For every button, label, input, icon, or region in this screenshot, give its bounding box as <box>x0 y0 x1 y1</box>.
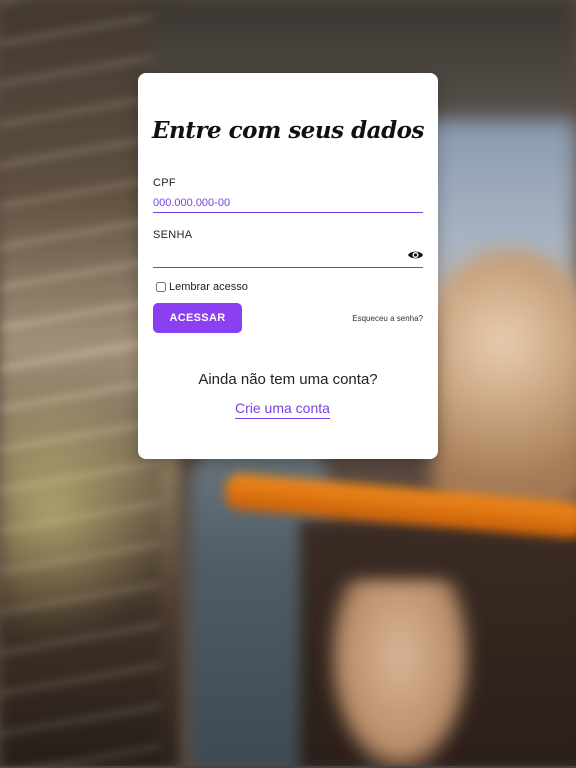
forgot-password-link[interactable]: Esqueceu a senha? <box>352 314 423 323</box>
submit-button[interactable]: ACESSAR <box>153 303 242 333</box>
remember-checkbox[interactable] <box>156 282 166 292</box>
eye-icon[interactable] <box>407 248 424 262</box>
cpf-label: CPF <box>153 177 176 189</box>
bg-child-legs <box>330 580 470 768</box>
no-account-text: Ainda não tem uma conta? <box>198 371 378 388</box>
login-card: Entre com seus dados CPF SENHA Lembrar a… <box>138 73 438 459</box>
create-account-link[interactable]: Crie uma conta <box>235 400 330 419</box>
password-label: SENHA <box>153 229 193 241</box>
cpf-input[interactable] <box>153 194 423 213</box>
remember-label: Lembrar acesso <box>169 281 248 293</box>
eye-icon-graphic <box>408 251 423 259</box>
remember-option[interactable]: Lembrar acesso <box>153 281 248 293</box>
bg-child <box>430 250 576 510</box>
login-title: Entre com seus dados <box>152 117 424 144</box>
password-input[interactable] <box>153 247 423 268</box>
